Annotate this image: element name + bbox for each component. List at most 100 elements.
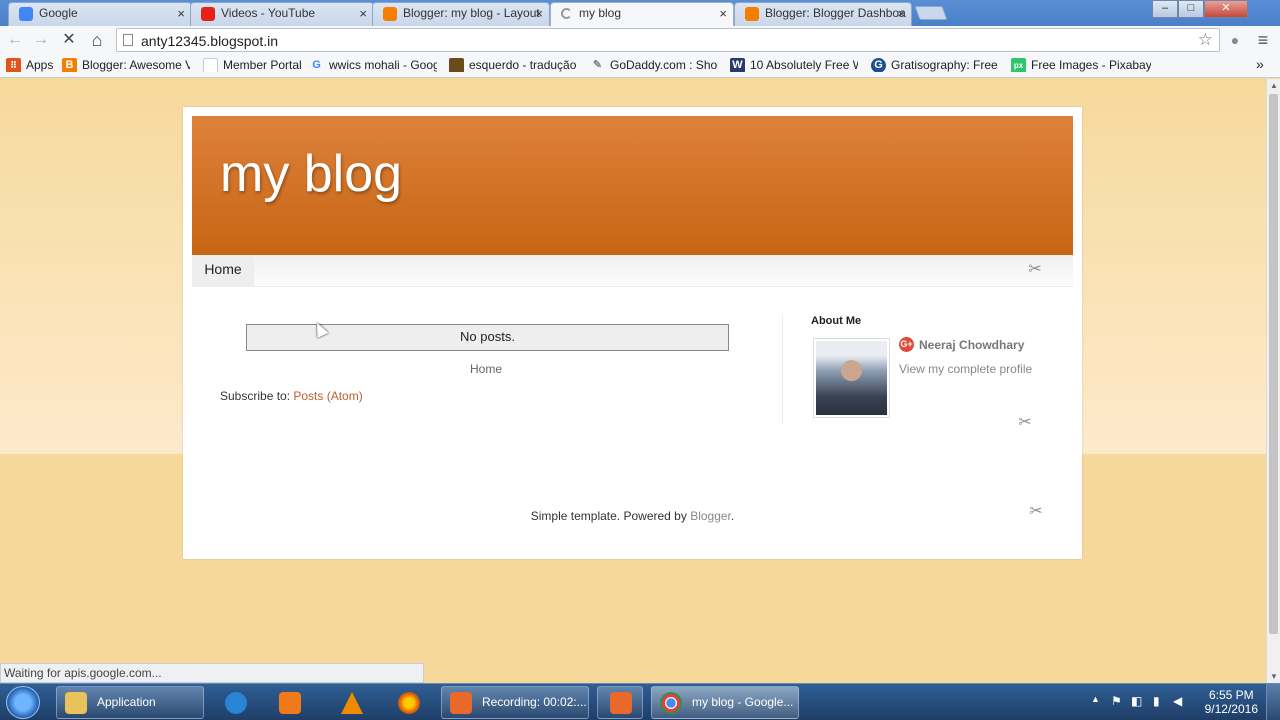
tab-youtube[interactable]: Videos - YouTube × [190, 2, 374, 26]
tab-label: Videos - YouTube [221, 6, 316, 20]
restore-button[interactable]: □ [1178, 0, 1204, 18]
subscribe-line: Subscribe to: Posts (Atom) [220, 389, 363, 403]
blog-tab-home[interactable]: Home [192, 255, 254, 286]
blogger-icon: B [62, 58, 77, 72]
godaddy-icon: ✎ [592, 59, 603, 71]
tab-strip: Google × Videos - YouTube × Blogger: my … [0, 0, 1280, 26]
bookmarks-overflow-icon[interactable]: » [1256, 56, 1264, 72]
bookmark-star-icon[interactable]: ☆ [1198, 30, 1213, 50]
bookmark-esquerdo[interactable]: esquerdo - tradução [449, 58, 577, 72]
bookmark-gratisography[interactable]: G Gratisography: Free h [871, 58, 999, 72]
close-icon[interactable]: × [535, 3, 543, 24]
youtube-favicon-icon [201, 7, 215, 21]
taskbar-vlc[interactable] [328, 686, 374, 719]
address-bar[interactable]: anty12345.blogspot.in ☆ [116, 28, 1220, 52]
tab-label: my blog [579, 6, 622, 20]
scrollbar-thumb[interactable] [1269, 94, 1278, 634]
taskbar-screenshot[interactable] [597, 686, 643, 719]
page-viewport: my blog Home ✂ No posts. Home Subscribe … [0, 79, 1266, 683]
edit-widget-icon[interactable]: ✂ [1027, 503, 1045, 521]
pixabay-icon: px [1011, 58, 1026, 72]
subscribe-label: Subscribe to: [220, 389, 294, 403]
clock-time: 6:55 PM [1208, 688, 1254, 702]
taskbar: Application Recording: 00:02:... my blog… [0, 683, 1280, 720]
system-tray: ▲ ⚑ ◧ ▮ ◀ 6:55 PM 9/12/2016 [1085, 684, 1280, 720]
bookmark-label: GoDaddy.com : Shopp [610, 58, 718, 72]
show-hidden-icons-icon[interactable]: ▲ [1091, 694, 1100, 704]
folder-icon [65, 692, 87, 714]
blog-title[interactable]: my blog [220, 144, 402, 204]
google-icon: G [312, 59, 321, 71]
tab-my-blog[interactable]: my blog × [550, 2, 734, 26]
taskbar-chrome[interactable]: my blog - Google... [651, 686, 799, 719]
taskbar-media-player[interactable] [266, 686, 312, 719]
new-tab-button[interactable] [914, 6, 948, 20]
home-link[interactable]: Home [446, 362, 526, 376]
tab-google[interactable]: Google × [8, 2, 192, 26]
taskbar-application[interactable]: Application [56, 686, 204, 719]
clock[interactable]: 6:55 PM 9/12/2016 [1205, 688, 1258, 716]
home-button[interactable]: ⌂ [86, 29, 108, 51]
bookmarks-bar: ⠿ Apps B Blogger: Awesome Ve Member Port… [0, 54, 1280, 78]
device-icon[interactable]: ◧ [1131, 694, 1142, 708]
network-icon[interactable]: ▮ [1153, 694, 1160, 708]
window-close-button[interactable]: ✕ [1204, 0, 1248, 18]
volume-icon[interactable]: ◀ [1173, 694, 1182, 708]
close-icon[interactable]: × [177, 3, 185, 24]
bookmark-label: Gratisography: Free h [891, 58, 999, 72]
blogger-link[interactable]: Blogger [690, 509, 731, 523]
media-player-icon [279, 692, 301, 714]
bookmark-label: esquerdo - tradução [469, 58, 577, 72]
back-button[interactable]: ← [4, 29, 26, 51]
url-text[interactable]: anty12345.blogspot.in [141, 33, 278, 49]
profile-name-link[interactable]: Neeraj Chowdhary [919, 338, 1024, 352]
close-icon[interactable]: × [897, 3, 905, 24]
bookmark-free-w[interactable]: W 10 Absolutely Free W [730, 58, 858, 72]
taskbar-label: my blog - Google... [692, 695, 794, 709]
stop-button[interactable]: ✕ [58, 29, 80, 51]
taskbar-label: Application [97, 695, 156, 709]
posts-atom-link[interactable]: Posts (Atom) [293, 389, 362, 403]
blogger-favicon-icon [383, 7, 397, 21]
tab-label: Google [39, 6, 78, 20]
bookmark-label: wwics mohali - Googl [329, 58, 437, 72]
bookmark-blogger[interactable]: B Blogger: Awesome Ve [62, 58, 190, 72]
tab-blogger-layout[interactable]: Blogger: my blog - Layout × [372, 2, 550, 26]
loading-spinner-icon [561, 8, 572, 19]
google-favicon-icon [19, 7, 33, 21]
action-center-icon[interactable]: ⚑ [1111, 694, 1122, 708]
bookmark-member-portal[interactable]: Member Portal [203, 58, 303, 72]
dictionary-icon [449, 58, 464, 72]
blog-tabs: Home ✂ [192, 255, 1073, 287]
bookmark-wwics[interactable]: G wwics mohali - Googl [309, 58, 437, 72]
bookmark-label: Apps [26, 58, 54, 72]
tab-blogger-dashboard[interactable]: Blogger: Blogger Dashboa × [734, 2, 912, 26]
avatar[interactable] [813, 338, 890, 418]
minimize-button[interactable]: – [1152, 0, 1178, 18]
view-profile-link[interactable]: View my complete profile [899, 362, 1032, 376]
taskbar-ie[interactable] [212, 686, 258, 719]
scroll-down-icon[interactable]: ▼ [1270, 672, 1278, 681]
show-desktop-button[interactable] [1266, 684, 1280, 720]
bookmark-apps[interactable]: ⠿ Apps [6, 58, 56, 72]
blog-footer: Simple template. Powered by Blogger. [183, 509, 1082, 523]
blog-sidebar: About Me G+ Neeraj Chowdhary View my com… [811, 315, 1061, 431]
start-button[interactable] [6, 686, 40, 719]
chrome-menu-icon[interactable]: ≡ [1252, 29, 1274, 51]
forward-button[interactable]: → [30, 29, 52, 51]
clock-date: 9/12/2016 [1204, 702, 1258, 716]
close-icon[interactable]: × [359, 3, 367, 24]
blog-header: my blog [192, 116, 1073, 255]
bookmark-godaddy[interactable]: ✎ GoDaddy.com : Shopp [590, 58, 718, 72]
scroll-up-icon[interactable]: ▲ [1270, 81, 1278, 90]
recorder-icon [450, 692, 472, 714]
edit-widget-icon[interactable]: ✂ [1026, 261, 1044, 279]
extension-icon[interactable]: ● [1224, 29, 1246, 51]
page-scrollbar[interactable]: ▲ ▼ [1266, 79, 1280, 683]
close-icon[interactable]: × [719, 3, 727, 24]
apps-icon: ⠿ [6, 58, 21, 72]
edit-widget-icon[interactable]: ✂ [1016, 414, 1034, 432]
taskbar-firefox[interactable] [385, 686, 431, 719]
bookmark-pixabay[interactable]: px Free Images - Pixabay [1011, 58, 1151, 72]
taskbar-recording[interactable]: Recording: 00:02:... [441, 686, 589, 719]
